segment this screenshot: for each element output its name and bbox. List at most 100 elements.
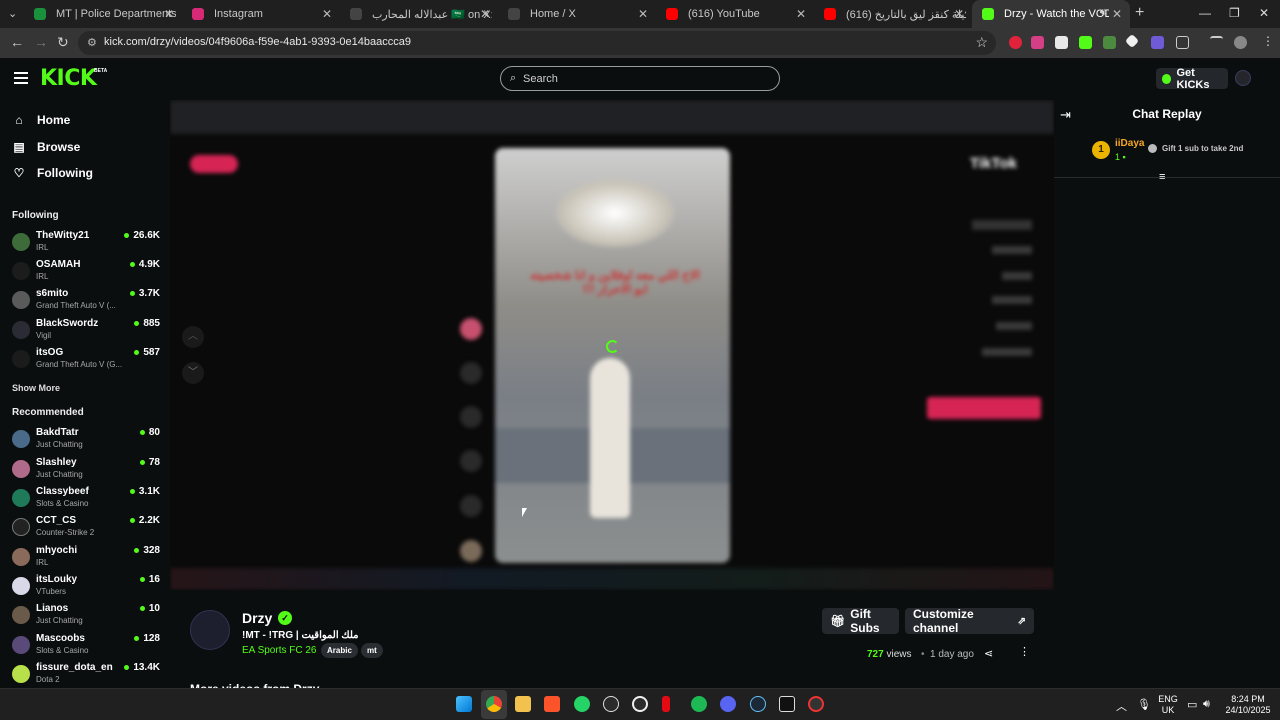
get-kicks-button[interactable]: Get KICKs — [1156, 67, 1228, 91]
gift-goal-text: Gift 1 sub to take 2nd — [1162, 144, 1244, 153]
gift-subs-button[interactable]: 🎁︎ Gift Subs — [822, 607, 899, 635]
extension-icon[interactable] — [1151, 36, 1164, 49]
sidebar-channel[interactable]: s6mito Grand Theft Auto V (... 3.7K — [10, 287, 160, 315]
sidebar-channel[interactable]: CCT_CS Counter-Strike 2 2.2K — [10, 514, 160, 542]
gifter-name[interactable]: iiDaya — [1115, 138, 1144, 149]
language-indicator[interactable]: ENG UK — [1156, 694, 1180, 716]
next-video-chevron-icon[interactable]: ﹀ — [182, 362, 204, 384]
whatsapp-icon[interactable] — [574, 696, 590, 712]
browser-tab[interactable]: (616) YouTube ✕ — [656, 0, 814, 28]
sidebar-channel[interactable]: mhyochi IRL 328 — [10, 544, 160, 572]
sidebar-channel[interactable]: Lianos Just Chatting 10 — [10, 602, 160, 630]
extension-icon[interactable] — [1103, 36, 1116, 49]
sidebar-item-browse[interactable]: ▤ Browse — [12, 140, 80, 154]
show-more-link[interactable]: Show More — [12, 383, 60, 393]
browser-tab-active[interactable]: Drzy - Watch the VOD on Ki 🔊︎ ✕ — [972, 0, 1130, 28]
close-tab-icon[interactable]: ✕ — [480, 7, 490, 21]
user-avatar[interactable] — [1235, 70, 1251, 86]
sidebar-channel[interactable]: Slashley Just Chatting 78 — [10, 456, 160, 484]
file-explorer-icon[interactable] — [515, 696, 531, 712]
sidebar-channel[interactable]: itsOG Grand Theft Auto V (G... 587 — [10, 346, 160, 374]
restore-icon[interactable]: ❐ — [1229, 6, 1240, 20]
extension-icon[interactable] — [1009, 36, 1022, 49]
bookmark-star-icon[interactable]: ☆ — [975, 34, 988, 51]
search-input[interactable]: ⌕ Search — [500, 66, 780, 91]
sidebar-item-home[interactable]: ⌂ Home — [12, 113, 70, 127]
close-window-icon[interactable]: ✕ — [1259, 6, 1269, 20]
profile-avatar-icon[interactable] — [1234, 36, 1247, 49]
extension-icon[interactable] — [1124, 33, 1140, 49]
sidebar-item-following[interactable]: ♡ Following — [12, 166, 93, 180]
tiktok-sidebar-item — [992, 246, 1032, 254]
network-icon[interactable]: ▭ — [1187, 698, 1197, 711]
browser-tab[interactable]: عبدالاله المحارب 🇸🇦 on X: "الاخرى ✕ — [340, 0, 498, 28]
tag-pill[interactable]: Arabic — [321, 643, 358, 658]
sidebar-channel[interactable]: Classybeef Slots & Casino 3.1K — [10, 485, 160, 513]
volume-icon[interactable]: 🔊︎ — [1203, 698, 1210, 711]
brave-icon[interactable] — [544, 696, 560, 712]
app-icon[interactable] — [603, 696, 619, 712]
netflix-icon[interactable] — [662, 696, 670, 712]
sidebar-channel[interactable]: OSAMAH IRL 4.9K — [10, 258, 160, 286]
extension-icon[interactable] — [1031, 36, 1044, 49]
sidebar-channel[interactable]: fissure_dota_en Dota 2 13.4K — [10, 661, 160, 689]
close-tab-icon[interactable]: ✕ — [796, 7, 806, 21]
new-tab-icon[interactable]: + — [1135, 4, 1144, 22]
kick-favicon-icon — [982, 8, 994, 20]
extension-icon[interactable] — [1055, 36, 1068, 49]
close-tab-icon[interactable]: ✕ — [638, 7, 648, 21]
close-tab-icon[interactable]: ✕ — [322, 7, 332, 21]
reload-icon[interactable]: ↻ — [57, 34, 69, 51]
windows-start-icon[interactable] — [456, 696, 472, 712]
app-icon[interactable] — [779, 696, 795, 712]
expand-leaderboard-icon[interactable]: ≡ — [1159, 171, 1165, 183]
app-icon[interactable] — [632, 696, 648, 712]
browser-tab[interactable]: MT | Police Departments v7.0 - ✕ — [24, 0, 182, 28]
sidebar-channel[interactable]: TheWitty21 IRL 26.6K — [10, 229, 160, 257]
extensions-puzzle-icon[interactable] — [1176, 36, 1189, 49]
site-info-icon[interactable]: ⚙︎ — [87, 36, 97, 49]
share-icon[interactable]: ⋖ — [984, 647, 993, 660]
browser-tab[interactable]: Home / X ✕ — [498, 0, 656, 28]
url-text[interactable]: kick.com/drzy/videos/04f9606a-f59e-4ab1-… — [104, 36, 411, 48]
sidebar-channel[interactable]: Mascoobs Slots & Casino 128 — [10, 632, 160, 660]
app-icon[interactable] — [808, 696, 824, 712]
channel-avatar[interactable] — [190, 610, 230, 650]
omnibox[interactable]: ⚙︎ kick.com/drzy/videos/04f9606a-f59e-4a… — [78, 31, 996, 55]
microphone-icon[interactable]: 🎙︎ — [1137, 698, 1151, 711]
category-link[interactable]: EA Sports FC 26 — [242, 645, 316, 656]
channel-name[interactable]: Drzy — [242, 610, 272, 626]
sidebar-channel[interactable]: BakdTatr Just Chatting 80 — [10, 426, 160, 454]
browser-tab[interactable]: (616) اقوى تشكيلة كنقز ليق بالتاريخ ✕ — [814, 0, 972, 28]
tray-overflow-icon[interactable]: ︿ — [1116, 698, 1127, 714]
customize-channel-button[interactable]: Customize channel ⇗ — [905, 607, 1034, 635]
browser-tab[interactable]: Instagram ✕ — [182, 0, 340, 28]
sidebar-channel[interactable]: itsLouky VTubers 16 — [10, 573, 160, 601]
chrome-icon[interactable] — [486, 696, 502, 712]
minimize-icon[interactable]: — — [1199, 6, 1211, 20]
browser-menu-icon[interactable]: ⋮ — [1262, 34, 1274, 48]
video-player[interactable]: الاخ اللي معه اوفلاين و انا شخصيته ابو ا… — [170, 100, 1054, 590]
close-tab-icon[interactable]: ✕ — [1112, 7, 1122, 21]
speaker-icon[interactable]: 🔊︎ — [1100, 7, 1106, 18]
clock[interactable]: 8:24 PM 24/10/2025 — [1222, 694, 1274, 716]
extension-icon[interactable] — [1079, 36, 1092, 49]
forward-icon[interactable]: → — [34, 34, 48, 50]
tiktok-logo: TikTok — [970, 155, 1017, 172]
close-tab-icon[interactable]: ✕ — [954, 7, 964, 21]
tag-pill[interactable]: mt — [361, 643, 383, 658]
collapse-chat-icon[interactable]: ⇥ — [1060, 107, 1071, 123]
steam-icon[interactable] — [750, 696, 766, 712]
sidebar-channel[interactable]: BlackSwordz Vigil 885 — [10, 317, 160, 345]
back-icon[interactable]: ← — [10, 34, 24, 50]
close-tab-icon[interactable]: ✕ — [164, 7, 174, 21]
media-controls-icon[interactable] — [1210, 36, 1223, 44]
prev-video-chevron-icon[interactable]: ︿ — [182, 326, 204, 348]
kick-logo[interactable]: KICK — [40, 66, 97, 91]
discord-icon[interactable] — [720, 696, 736, 712]
menu-hamburger-icon[interactable] — [14, 72, 28, 84]
tab-search-icon[interactable]: ⌄ — [8, 7, 17, 20]
spotify-icon[interactable] — [691, 696, 707, 712]
more-options-icon[interactable]: ⋮ — [1019, 645, 1030, 658]
tiktok-sidebar-item — [992, 296, 1032, 304]
